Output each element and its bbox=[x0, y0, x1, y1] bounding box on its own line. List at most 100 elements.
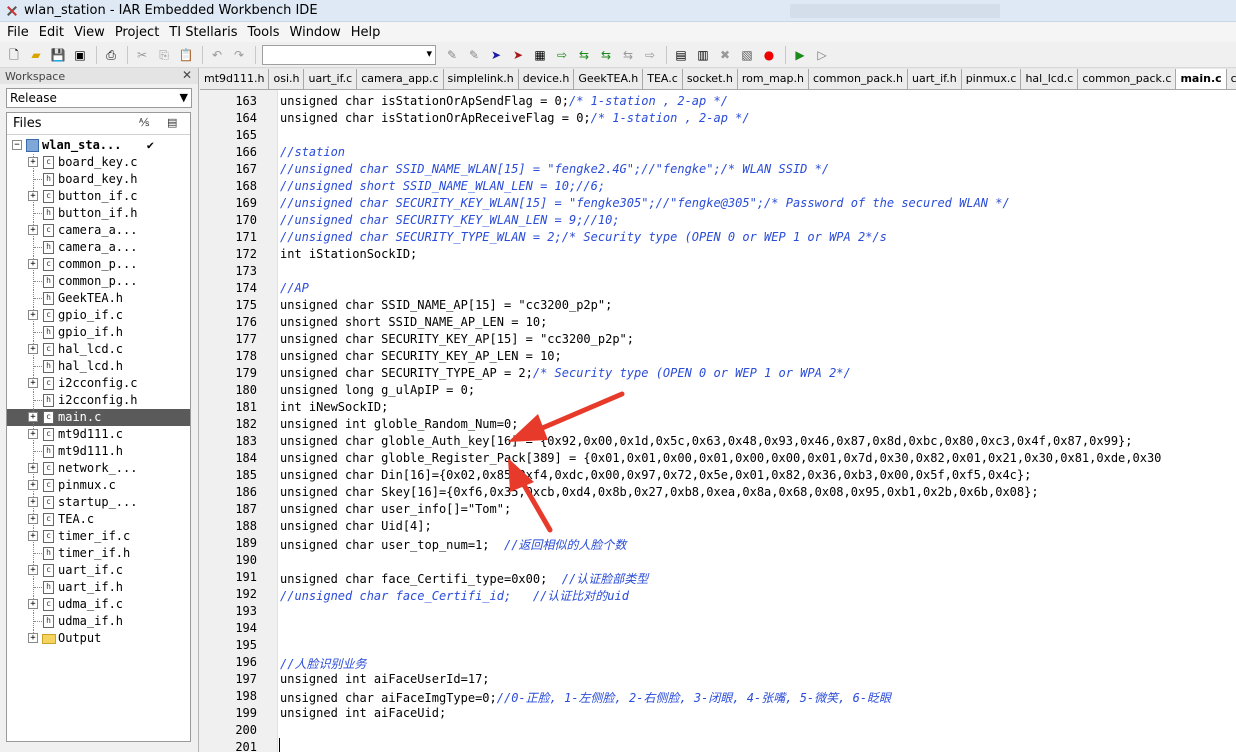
tree-root[interactable]: − wlan_sta... ✔ bbox=[7, 137, 190, 154]
configuration-select[interactable]: Release ▼ bbox=[6, 88, 192, 108]
expand-icon[interactable]: + bbox=[28, 344, 38, 354]
editor-tab[interactable]: uart_if.h bbox=[908, 69, 962, 89]
tree-item[interactable]: + c timer_if.c bbox=[7, 528, 190, 545]
menu-view[interactable]: View bbox=[69, 25, 110, 40]
find-next-icon[interactable]: ✎ bbox=[464, 45, 484, 65]
browse-icon[interactable]: ▦ bbox=[530, 45, 550, 65]
editor-tab[interactable]: uart_if.c bbox=[304, 69, 358, 89]
find-icon[interactable]: ✎ bbox=[442, 45, 462, 65]
next-icon[interactable]: ⇆ bbox=[596, 45, 616, 65]
compile-icon[interactable]: ▤ bbox=[671, 45, 691, 65]
tree-item[interactable]: h i2cconfig.h bbox=[7, 392, 190, 409]
config-icon[interactable]: ▤ bbox=[167, 116, 177, 129]
tree-item[interactable]: + Output bbox=[7, 630, 190, 647]
navigate-back-icon[interactable]: ⇆ bbox=[574, 45, 594, 65]
copy-icon[interactable]: ⎘ bbox=[154, 45, 174, 65]
editor-tab[interactable]: osi.h bbox=[269, 69, 305, 89]
menu-project[interactable]: Project bbox=[110, 25, 164, 40]
tree-item[interactable]: + c button_if.c bbox=[7, 188, 190, 205]
tree-item[interactable]: h camera_a... bbox=[7, 239, 190, 256]
code-editor[interactable]: 163 unsigned char isStationOrApSendFlag =… bbox=[200, 90, 1236, 752]
editor-tab[interactable]: camera_app.c bbox=[357, 69, 444, 89]
expand-icon[interactable]: + bbox=[28, 514, 38, 524]
editor-tab[interactable]: rom_map.h bbox=[737, 69, 809, 89]
menu-tools[interactable]: Tools bbox=[242, 25, 284, 40]
cut-icon[interactable]: ✂ bbox=[132, 45, 152, 65]
tree-item[interactable]: h GeekTEA.h bbox=[7, 290, 190, 307]
collapse-icon[interactable]: − bbox=[12, 140, 22, 150]
expand-icon[interactable]: + bbox=[28, 599, 38, 609]
tree-item[interactable]: h board_key.h bbox=[7, 171, 190, 188]
stop-build-icon[interactable]: ✖ bbox=[715, 45, 735, 65]
navigate-forward-icon[interactable]: ⇨ bbox=[552, 45, 572, 65]
tree-item[interactable]: + c network_... bbox=[7, 460, 190, 477]
new-file-icon[interactable]: 🗋 bbox=[4, 45, 24, 65]
make-icon[interactable]: ▥ bbox=[693, 45, 713, 65]
open-folder-icon[interactable]: ▰ bbox=[26, 45, 46, 65]
tree-item[interactable]: + c camera_a... bbox=[7, 222, 190, 239]
tree-item[interactable]: h gpio_if.h bbox=[7, 324, 190, 341]
expand-icon[interactable]: + bbox=[28, 378, 38, 388]
close-icon[interactable]: ✕ bbox=[182, 68, 192, 82]
expand-icon[interactable]: + bbox=[28, 497, 38, 507]
expand-icon[interactable]: + bbox=[28, 429, 38, 439]
menu-ti-stellaris[interactable]: TI Stellaris bbox=[164, 25, 242, 40]
tree-item[interactable]: + c common_p... bbox=[7, 256, 190, 273]
prev-icon[interactable]: ⇆ bbox=[618, 45, 638, 65]
editor-tab[interactable]: pinmux.c bbox=[961, 69, 1022, 89]
breakpoint-icon[interactable]: ● bbox=[759, 45, 779, 65]
tree-item[interactable]: h button_if.h bbox=[7, 205, 190, 222]
save-all-icon[interactable]: ▣ bbox=[70, 45, 90, 65]
editor-tab[interactable]: TEA.c bbox=[643, 69, 683, 89]
tree-item[interactable]: h common_p... bbox=[7, 273, 190, 290]
save-icon[interactable]: 💾 bbox=[48, 45, 68, 65]
editor-tab[interactable]: mt9d111.h bbox=[200, 69, 270, 89]
toggle-bookmark-icon[interactable]: ➤ bbox=[486, 45, 506, 65]
expand-icon[interactable]: + bbox=[28, 480, 38, 490]
toggle-breakpoint-icon[interactable]: ▧ bbox=[737, 45, 757, 65]
expand-icon[interactable]: + bbox=[28, 259, 38, 269]
redo-icon[interactable]: ↷ bbox=[229, 45, 249, 65]
options-icon[interactable]: ⅍ bbox=[139, 116, 149, 129]
menu-file[interactable]: File bbox=[2, 25, 34, 40]
expand-icon[interactable]: + bbox=[28, 157, 38, 167]
expand-icon[interactable]: + bbox=[28, 191, 38, 201]
expand-icon[interactable]: + bbox=[28, 633, 38, 643]
editor-tab[interactable]: camera_app.h bbox=[1226, 69, 1236, 89]
download-debug-icon[interactable]: ▶ bbox=[790, 45, 810, 65]
tree-item[interactable]: + c hal_lcd.c bbox=[7, 341, 190, 358]
editor-tab[interactable]: socket.h bbox=[682, 69, 738, 89]
editor-tab[interactable]: hal_lcd.c bbox=[1021, 69, 1079, 89]
expand-icon[interactable]: + bbox=[28, 531, 38, 541]
expand-icon[interactable]: + bbox=[28, 463, 38, 473]
editor-tab[interactable]: common_pack.h bbox=[809, 69, 909, 89]
debug-without-download-icon[interactable]: ▷ bbox=[812, 45, 832, 65]
menu-edit[interactable]: Edit bbox=[34, 25, 69, 40]
tree-item[interactable]: + c board_key.c bbox=[7, 154, 190, 171]
tree-item[interactable]: + c startup_... bbox=[7, 494, 190, 511]
expand-icon[interactable]: + bbox=[28, 565, 38, 575]
expand-icon[interactable]: + bbox=[28, 412, 38, 422]
tree-item[interactable]: + c uart_if.c bbox=[7, 562, 190, 579]
expand-icon[interactable]: + bbox=[28, 310, 38, 320]
editor-tab[interactable]: device.h bbox=[518, 69, 575, 89]
find-combo[interactable] bbox=[262, 44, 436, 65]
tree-item[interactable]: h hal_lcd.h bbox=[7, 358, 190, 375]
editor-tab[interactable]: simplelink.h bbox=[443, 69, 519, 89]
tree-item[interactable]: h udma_if.h bbox=[7, 613, 190, 630]
editor-tab[interactable]: GeekTEA.h bbox=[574, 69, 644, 89]
paste-icon[interactable]: 📋 bbox=[176, 45, 196, 65]
editor-tab[interactable]: common_pack.c bbox=[1078, 69, 1177, 89]
tree-item[interactable]: h mt9d111.h bbox=[7, 443, 190, 460]
tree-item[interactable]: + c pinmux.c bbox=[7, 477, 190, 494]
menu-help[interactable]: Help bbox=[346, 25, 386, 40]
goto-bookmark-icon[interactable]: ➤ bbox=[508, 45, 528, 65]
print-icon[interactable]: ⎙ bbox=[101, 45, 121, 65]
tree-item[interactable]: + c i2cconfig.c bbox=[7, 375, 190, 392]
tree-item[interactable]: + c mt9d111.c bbox=[7, 426, 190, 443]
tree-item[interactable]: h timer_if.h bbox=[7, 545, 190, 562]
tree-item[interactable]: + c TEA.c bbox=[7, 511, 190, 528]
tree-item[interactable]: + c main.c bbox=[7, 409, 190, 426]
tree-item[interactable]: h uart_if.h bbox=[7, 579, 190, 596]
menu-window[interactable]: Window bbox=[285, 25, 346, 40]
